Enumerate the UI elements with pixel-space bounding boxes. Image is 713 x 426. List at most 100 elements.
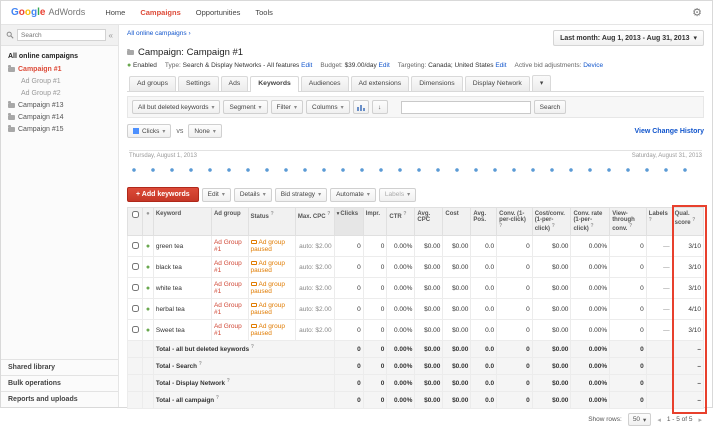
ad-group-link[interactable]: Ad Group #1	[214, 239, 242, 253]
edit-type-link[interactable]: Edit	[301, 62, 312, 69]
nav-home[interactable]: Home	[105, 8, 125, 17]
search-button[interactable]: Search	[533, 100, 567, 114]
col-avg-pos[interactable]: Avg. Pos.	[470, 207, 498, 236]
sidebar-item-shared-library[interactable]: Shared library	[1, 359, 118, 375]
nav-tools[interactable]: Tools	[255, 8, 273, 17]
max-cpc-cell[interactable]: auto: $2.00	[294, 298, 335, 320]
max-cpc-cell[interactable]: auto: $2.00	[294, 256, 335, 278]
help-icon[interactable]: ?	[629, 223, 632, 229]
help-icon[interactable]: ?	[199, 361, 202, 367]
prev-page-button[interactable]: ◂	[657, 416, 661, 424]
help-icon[interactable]: ?	[649, 217, 652, 223]
tab-ad-extensions[interactable]: Ad extensions	[350, 76, 410, 91]
help-icon[interactable]: ?	[403, 211, 406, 217]
collapse-sidebar-icon[interactable]: «	[109, 31, 113, 40]
columns-dropdown[interactable]: Columns ▾	[306, 100, 350, 114]
row-checkbox[interactable]	[131, 283, 139, 291]
keyword-cell[interactable]: green tea	[152, 235, 212, 257]
edit-targeting-link[interactable]: Edit	[495, 62, 506, 69]
ad-group-link[interactable]: Ad Group #1	[214, 302, 242, 316]
col-ad-group[interactable]: Ad group	[210, 207, 249, 236]
segment-dropdown[interactable]: Segment ▾	[223, 100, 268, 114]
col-labels[interactable]: Labels ?	[645, 207, 673, 236]
nav-opportunities[interactable]: Opportunities	[196, 8, 241, 17]
col-impr[interactable]: Impr.	[362, 207, 388, 236]
tab-ads[interactable]: Ads	[220, 76, 249, 91]
row-checkbox[interactable]	[131, 304, 139, 312]
all-online-campaigns-label[interactable]: All online campaigns	[1, 46, 118, 63]
ad-group-link[interactable]: Ad Group #1	[214, 323, 242, 337]
col-cost[interactable]: Cost	[442, 207, 472, 236]
keyword-status-dot[interactable]: ●	[146, 264, 150, 271]
details-menu[interactable]: Details ▾	[233, 187, 272, 202]
sidebar-item-campaign-1[interactable]: Campaign #1	[1, 63, 118, 75]
help-icon[interactable]: ?	[552, 223, 555, 229]
help-icon[interactable]: ?	[499, 223, 502, 229]
keyword-cell[interactable]: Sweet tea	[152, 319, 212, 341]
help-icon[interactable]: ?	[590, 223, 593, 229]
tab-audiences[interactable]: Audiences	[300, 76, 349, 91]
filter-dropdown[interactable]: Filter ▾	[270, 100, 303, 114]
col-conv-rate[interactable]: Conv. rate (1-per-click) ?	[570, 207, 611, 236]
col-conv[interactable]: Conv. (1-per-click) ?	[496, 207, 533, 236]
sidebar-item-reports-uploads[interactable]: Reports and uploads	[1, 391, 118, 407]
edit-budget-link[interactable]: Edit	[379, 62, 390, 69]
keyword-status-dot[interactable]: ●	[146, 327, 150, 334]
labels-menu[interactable]: Labels ▾	[378, 187, 417, 202]
tab-settings[interactable]: Settings	[177, 76, 219, 91]
nav-campaigns[interactable]: Campaigns	[140, 8, 180, 17]
view-change-history-link[interactable]: View Change History	[634, 128, 704, 135]
help-icon[interactable]: ?	[271, 211, 274, 217]
row-checkbox[interactable]	[131, 325, 139, 333]
help-icon[interactable]: ?	[227, 378, 230, 384]
download-button[interactable]: ↓	[371, 100, 388, 114]
keywords-view-dropdown[interactable]: All but deleted keywords ▾	[132, 100, 221, 114]
tab-ad-groups[interactable]: Ad groups	[129, 76, 176, 91]
sidebar-search-input[interactable]	[17, 29, 106, 41]
sidebar-item-campaign-15[interactable]: Campaign #15	[1, 123, 118, 135]
tab-keywords[interactable]: Keywords	[250, 76, 299, 92]
max-cpc-cell[interactable]: auto: $2.00	[294, 235, 335, 257]
metric-selector[interactable]: Clicks ▾	[127, 124, 172, 138]
col-keyword[interactable]: Keyword	[152, 207, 212, 236]
max-cpc-cell[interactable]: auto: $2.00	[294, 319, 335, 341]
sidebar-item-campaign-14[interactable]: Campaign #14	[1, 111, 118, 123]
col-cost-conv[interactable]: Cost/conv. (1-per-click) ?	[531, 207, 572, 236]
keyword-status-dot[interactable]: ●	[146, 285, 150, 292]
keyword-cell[interactable]: black tea	[152, 256, 212, 278]
keyword-search-input[interactable]	[400, 100, 531, 114]
select-all-checkbox[interactable]	[131, 211, 139, 218]
add-keywords-button[interactable]: + Add keywords	[127, 187, 199, 202]
col-qual-score[interactable]: Qual. score ?	[671, 207, 705, 236]
row-checkbox[interactable]	[131, 262, 139, 270]
chart-toggle-button[interactable]	[352, 100, 369, 114]
col-status[interactable]: Status ?	[247, 207, 296, 236]
bid-strategy-menu[interactable]: Bid strategy ▾	[274, 187, 328, 202]
next-page-button[interactable]: ▸	[698, 416, 702, 424]
compare-metric-selector[interactable]: None ▾	[188, 124, 222, 138]
keyword-status-dot[interactable]: ●	[146, 306, 150, 313]
help-icon[interactable]: ?	[251, 344, 254, 350]
tab-display-network[interactable]: Display Network	[464, 76, 530, 91]
help-icon[interactable]: ?	[216, 395, 219, 401]
help-icon[interactable]: ?	[692, 217, 695, 223]
col-ctr[interactable]: CTR ?	[386, 207, 416, 236]
sidebar-item-campaign-13[interactable]: Campaign #13	[1, 99, 118, 111]
show-rows-select[interactable]: 50 ▾	[627, 413, 652, 426]
edit-menu[interactable]: Edit ▾	[201, 187, 231, 202]
sidebar-item-ad-group-1[interactable]: Ad Group #1	[1, 75, 118, 87]
ad-group-link[interactable]: Ad Group #1	[214, 281, 242, 295]
keyword-cell[interactable]: white tea	[152, 277, 212, 299]
enabled-status[interactable]: ● Enabled	[127, 62, 157, 69]
automate-menu[interactable]: Automate ▾	[330, 187, 376, 202]
keyword-cell[interactable]: herbal tea	[152, 298, 212, 320]
sidebar-item-bulk-operations[interactable]: Bulk operations	[1, 375, 118, 391]
col-clicks[interactable]: ▾Clicks	[333, 207, 364, 236]
col-view-through[interactable]: View-through conv. ?	[609, 207, 647, 236]
chart-timeline-dots[interactable]	[131, 167, 700, 173]
gear-icon[interactable]: ⚙	[692, 6, 702, 19]
date-range-button[interactable]: Last month: Aug 1, 2013 - Aug 31, 2013 ▾	[553, 30, 704, 46]
max-cpc-cell[interactable]: auto: $2.00	[294, 277, 335, 299]
col-max-cpc[interactable]: Max. CPC ?	[294, 207, 335, 236]
col-avg-cpc[interactable]: Avg. CPC	[414, 207, 444, 236]
